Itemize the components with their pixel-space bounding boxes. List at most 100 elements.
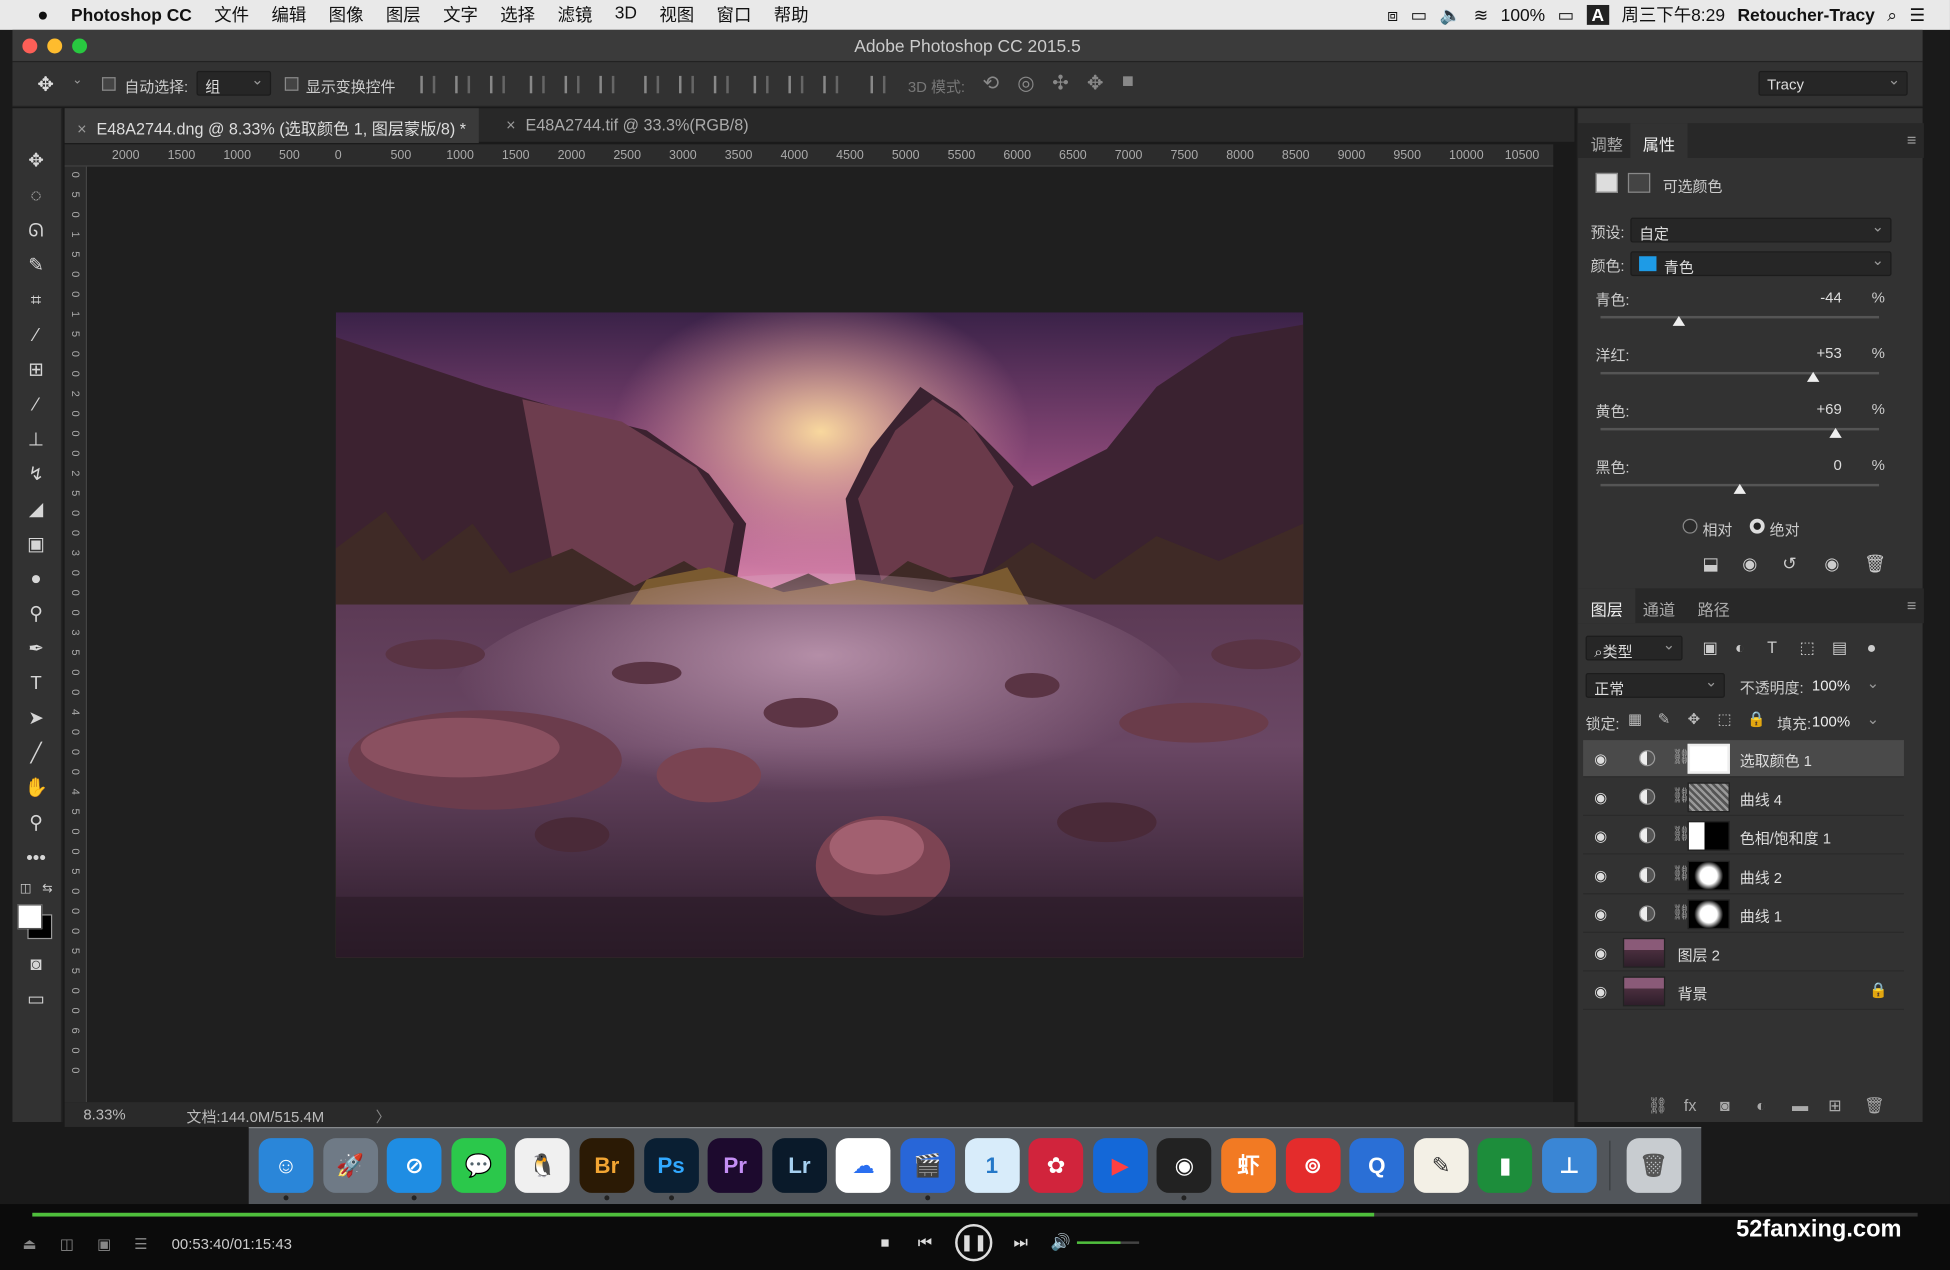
filter-smart-object-icon[interactable]: ▤ <box>1832 638 1847 658</box>
slide-3d-icon[interactable]: ✥ <box>1087 71 1104 96</box>
align-top-icon[interactable] <box>420 75 436 94</box>
menu-0[interactable]: 文件 <box>203 2 260 27</box>
battery-label[interactable]: 100% <box>1501 5 1546 25</box>
tab-tif[interactable]: × E48A2744.tif @ 33.3%(RGB/8) <box>494 108 761 143</box>
align-hcenter-icon[interactable] <box>564 75 580 94</box>
layer-name[interactable]: 曲线 4 <box>1740 789 1782 810</box>
eye-icon[interactable]: ◉ <box>1594 789 1611 806</box>
layer-mask-thumb[interactable] <box>1687 743 1730 774</box>
panel-menu-icon[interactable]: ≡ <box>1907 131 1916 150</box>
path-select-tool-icon[interactable]: ➤ <box>22 705 49 732</box>
obs-icon[interactable]: ◉ <box>1157 1138 1212 1193</box>
snapshot-icon[interactable]: ▣ <box>97 1235 111 1252</box>
eye-icon[interactable]: ◉ <box>1594 750 1611 767</box>
distribute-hcenter-icon[interactable] <box>788 75 804 94</box>
filter-shape-icon[interactable]: ⬚ <box>1799 638 1814 658</box>
menu-8[interactable]: 视图 <box>648 2 705 27</box>
layer-row[interactable]: ◉ ⛓ 曲线 1 <box>1583 895 1904 933</box>
swap-colors-icon[interactable]: ⇆ <box>42 882 52 896</box>
stop-icon[interactable]: ■ <box>880 1234 889 1251</box>
wifi-icon[interactable]: ≋ <box>1474 4 1489 25</box>
battery-icon[interactable]: ▭ <box>1558 4 1574 25</box>
eye-icon[interactable]: ◉ <box>1594 983 1611 1000</box>
layer-mask-thumb[interactable] <box>1687 782 1730 813</box>
layer-row[interactable]: ◉ ⛓ 曲线 2 <box>1583 857 1904 894</box>
finder-icon[interactable]: ☺ <box>258 1138 314 1193</box>
tab-channels[interactable]: 通道 <box>1630 588 1687 623</box>
foreground-color-swatch[interactable] <box>17 904 43 930</box>
menu-9[interactable]: 窗口 <box>705 2 762 27</box>
menu-7[interactable]: 3D <box>603 2 648 27</box>
crop-tool-icon[interactable]: ⌗ <box>22 287 49 314</box>
tab-paths[interactable]: 路径 <box>1685 588 1742 623</box>
slider-thumb[interactable] <box>1807 371 1820 382</box>
distribute-bottom-icon[interactable] <box>713 75 729 94</box>
xiami-icon[interactable]: 虾 <box>1221 1138 1276 1193</box>
marquee-tool-icon[interactable]: ◌ <box>22 183 49 210</box>
eye-icon[interactable]: ◉ <box>1594 828 1611 845</box>
baidu-cloud-icon[interactable]: ☁ <box>836 1138 891 1193</box>
align-bottom-icon[interactable] <box>489 75 505 94</box>
blend-mode-dropdown[interactable]: 正常 <box>1585 672 1725 698</box>
reset-icon[interactable]: ↺ <box>1782 554 1797 575</box>
line-tool-icon[interactable]: ╱ <box>22 740 49 767</box>
folder-icon[interactable]: ▬ <box>1792 1096 1808 1115</box>
status-menu-arrow[interactable]: 〉 <box>376 1106 391 1127</box>
panel-menu-icon[interactable]: ≡ <box>1907 596 1916 615</box>
pan-3d-icon[interactable]: ✣ <box>1052 71 1069 96</box>
slider-track[interactable] <box>1600 315 1880 319</box>
layer-row[interactable]: ◉ ⛓ 色相/饱和度 1 <box>1583 818 1904 856</box>
absolute-radio[interactable] <box>1749 518 1765 534</box>
tab-layers[interactable]: 图层 <box>1578 588 1636 624</box>
layer-name[interactable]: 背景 <box>1678 983 1708 1004</box>
layer-row[interactable]: ◉ ⛓ 曲线 4 <box>1583 779 1904 817</box>
close-tab-icon[interactable]: × <box>506 116 515 135</box>
opacity-chevron-icon[interactable]: ⌄ <box>1867 674 1880 691</box>
app-menu[interactable]: Photoshop CC <box>60 5 203 25</box>
layer-row[interactable]: ◉ 图层 2 <box>1583 934 1904 972</box>
tab-properties[interactable]: 属性 <box>1630 123 1688 158</box>
distribute-right-icon[interactable] <box>823 75 839 94</box>
default-colors-icon[interactable]: ◫ <box>20 882 32 896</box>
wechat-icon[interactable]: 💬 <box>451 1138 506 1193</box>
volume-icon[interactable]: 🔈 <box>1439 4 1461 25</box>
launchpad-icon[interactable]: 🚀 <box>322 1138 378 1193</box>
lock-all-icon[interactable]: 🔒 <box>1747 710 1766 727</box>
camera-icon[interactable]: ⧈ <box>1387 4 1398 25</box>
blur-tool-icon[interactable]: ● <box>22 566 49 593</box>
history-brush-tool-icon[interactable]: ↯ <box>22 461 49 488</box>
eye-icon[interactable]: ◉ <box>1594 866 1611 883</box>
eyedropper-tool-icon[interactable]: ⁄ <box>22 322 49 349</box>
screen-mode-icon[interactable]: ▭ <box>22 986 49 1013</box>
mask-icon[interactable]: ◙ <box>1720 1096 1730 1115</box>
hand-tool-icon[interactable]: ✋ <box>22 775 49 802</box>
color-dropdown[interactable]: 青色 <box>1630 251 1892 277</box>
lightroom-icon[interactable]: Lr <box>772 1138 827 1193</box>
layer-row[interactable]: ◉ ⛓ 选取颜色 1 <box>1583 740 1904 778</box>
layer-mask-thumb[interactable] <box>1687 860 1730 891</box>
volume-icon[interactable]: 🔊 <box>1051 1233 1071 1253</box>
photoshop-icon[interactable]: Ps <box>643 1138 699 1193</box>
lock-artboard-icon[interactable]: ⬚ <box>1717 710 1731 727</box>
previous-icon[interactable]: ⏮ <box>918 1233 933 1253</box>
menu-1[interactable]: 编辑 <box>260 2 317 27</box>
distribute-left-icon[interactable] <box>753 75 769 94</box>
fx-icon[interactable]: fx <box>1684 1096 1697 1115</box>
layer-name[interactable]: 曲线 2 <box>1740 866 1782 887</box>
opacity-value[interactable]: 100% <box>1812 677 1850 694</box>
layer-name[interactable]: 色相/饱和度 1 <box>1740 828 1831 849</box>
menu-6[interactable]: 滤镜 <box>546 2 603 27</box>
tool-preset-chevron-icon[interactable]: ⌄ <box>72 73 82 87</box>
airplay-icon[interactable]: ▭ <box>1411 4 1427 25</box>
clone-stamp-tool-icon[interactable]: ⊥ <box>22 427 49 454</box>
player-app-icon[interactable]: ▶ <box>1092 1138 1148 1193</box>
filter-toggle-icon[interactable]: ● <box>1867 638 1877 657</box>
slider-value[interactable]: 0 <box>1792 457 1841 474</box>
next-icon[interactable]: ⏭ <box>1014 1233 1029 1253</box>
slider-thumb[interactable] <box>1829 427 1843 438</box>
close-tab-icon[interactable]: × <box>77 119 86 138</box>
auto-align-icon[interactable] <box>870 75 886 94</box>
preset-dropdown[interactable]: 自定 <box>1630 217 1892 243</box>
slider-thumb[interactable] <box>1733 483 1747 494</box>
fill-chevron-icon[interactable]: ⌄ <box>1867 710 1880 727</box>
